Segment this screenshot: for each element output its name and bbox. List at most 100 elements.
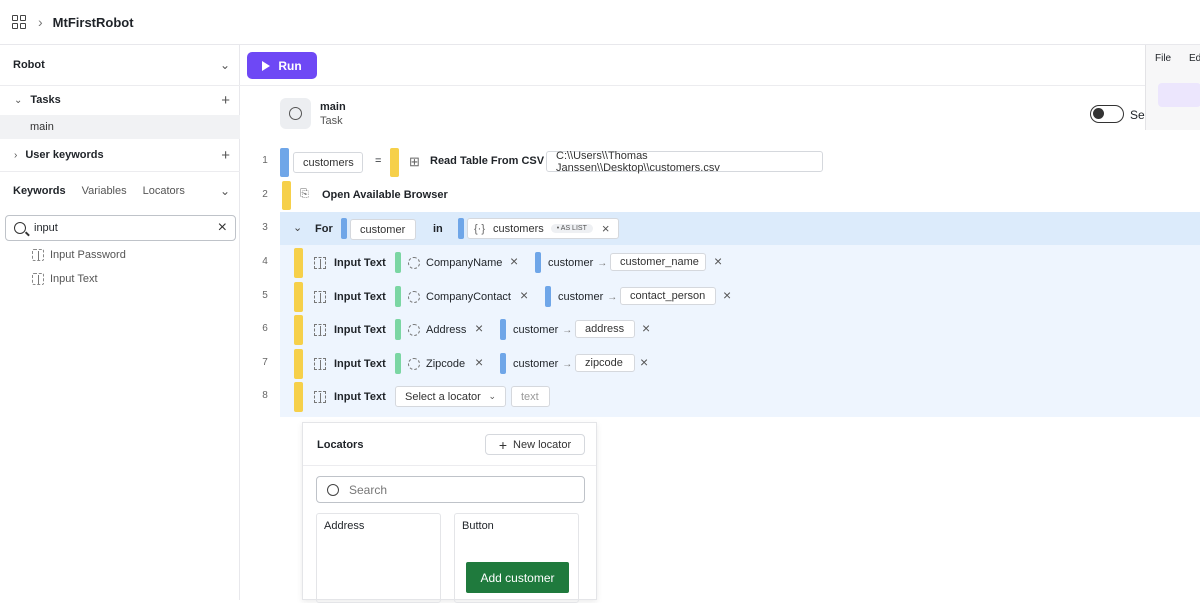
remove-icon[interactable]: ×: [642, 320, 650, 336]
tab-variables[interactable]: Variables: [82, 185, 127, 197]
loop-variable-pill[interactable]: customer: [350, 219, 416, 240]
check-circle-icon: [289, 107, 302, 120]
edit-menu[interactable]: Ed: [1189, 53, 1200, 64]
robot-title: MtFirstRobot: [52, 14, 134, 30]
keyword-name: Input Text: [314, 324, 386, 336]
variable-marker: [341, 218, 347, 239]
keyword-marker: [294, 282, 303, 312]
equals-sign: =: [375, 155, 382, 167]
variable-marker: [500, 353, 506, 374]
field-pill[interactable]: contact_person: [620, 287, 716, 305]
run-button[interactable]: Run: [247, 52, 317, 79]
field-pill[interactable]: zipcode: [575, 354, 635, 372]
step-row-6[interactable]: 6 Input Text Address × customer → address…: [240, 313, 1200, 347]
remove-icon[interactable]: ×: [640, 354, 648, 370]
remove-icon[interactable]: ×: [520, 287, 528, 303]
locator-card-button[interactable]: Button Add customer: [454, 513, 579, 603]
line-number: 6: [262, 323, 268, 334]
chevron-down-icon[interactable]: ⌄: [220, 184, 230, 198]
chevron-right-icon: ›: [38, 14, 43, 30]
keyword-marker: [294, 349, 303, 379]
source-variable[interactable]: customer →: [548, 257, 611, 269]
csv-path-argument[interactable]: C:\\Users\\Thomas Janssen\\Desktop\\cust…: [546, 150, 823, 174]
text-cursor-icon: [314, 391, 326, 403]
chevron-down-icon[interactable]: ⌄: [220, 58, 230, 72]
remove-icon[interactable]: ×: [510, 253, 518, 269]
text-cursor-icon: [314, 358, 326, 370]
tab-locators[interactable]: Locators: [143, 185, 185, 197]
field-pill[interactable]: customer_name: [610, 253, 706, 271]
chevron-down-icon[interactable]: ⌄: [14, 95, 22, 106]
remove-icon[interactable]: ×: [723, 287, 731, 303]
remove-icon[interactable]: ×: [475, 354, 483, 370]
keyword-name: Input Text: [314, 291, 386, 303]
keyword-name: Input Text: [314, 358, 386, 370]
table-icon: ⊞: [409, 154, 420, 169]
search-icon: [327, 483, 339, 496]
remove-icon[interactable]: ×: [475, 320, 483, 336]
new-locator-button[interactable]: + New locator: [485, 434, 585, 455]
step-row-5[interactable]: 5 Input Text CompanyContact × customer → …: [240, 280, 1200, 314]
locator-search-input[interactable]: Search: [316, 476, 585, 503]
task-item-label: main: [30, 121, 54, 133]
chevron-down-icon: ⌄: [488, 391, 496, 401]
source-variable[interactable]: customer →: [513, 324, 576, 336]
apps-grid-icon[interactable]: [12, 15, 26, 29]
variable-marker: [280, 148, 289, 177]
task-icon: [280, 98, 311, 129]
file-menu[interactable]: File: [1155, 53, 1171, 64]
keyword-result-input-text[interactable]: Input Text: [32, 273, 98, 285]
task-type: Task: [320, 115, 343, 127]
iterable-pill[interactable]: {·} customers • AS LIST ×: [467, 218, 619, 239]
text-argument-input[interactable]: text: [511, 386, 550, 407]
keyword-label: Input Text: [334, 257, 386, 269]
remove-icon[interactable]: ×: [602, 221, 610, 236]
arrow-right-icon: →: [562, 358, 573, 370]
step-row-7[interactable]: 7 Input Text Zipcode × customer → zipcode…: [240, 347, 1200, 381]
step-row-1[interactable]: 1 customers = ⊞ Read Table From CSV C:\\…: [240, 145, 1200, 179]
locator-name: Zipcode: [426, 358, 466, 370]
step-row-8[interactable]: 8 Input Text Select a locator ⌄ text: [240, 380, 1200, 414]
variable-marker: [500, 319, 506, 340]
source-variable[interactable]: customer →: [558, 291, 621, 303]
task-name: main: [320, 101, 346, 113]
add-task-icon[interactable]: +: [221, 92, 230, 109]
keyword-label: Input Text: [334, 358, 386, 370]
keyword-result-input-password[interactable]: Input Password: [32, 249, 126, 261]
locator-card-address[interactable]: Address: [316, 513, 441, 603]
step-row-4[interactable]: 4 Input Text CompanyName × customer → cus…: [240, 246, 1200, 280]
user-keywords-section-header[interactable]: › User keywords +: [0, 147, 240, 164]
text-cursor-icon: [314, 291, 326, 303]
locator-arg[interactable]: Zipcode: [408, 358, 465, 370]
divider: [0, 171, 240, 172]
locator-icon: [408, 324, 420, 336]
keyword-name: Input Text: [314, 391, 386, 403]
chevron-right-icon[interactable]: ›: [14, 150, 17, 161]
source-variable[interactable]: customer →: [513, 358, 576, 370]
keyword-result-label: Input Text: [50, 273, 98, 285]
locator-arg[interactable]: Address: [408, 324, 466, 336]
locator-arg[interactable]: CompanyContact: [408, 291, 511, 303]
new-locator-label: New locator: [513, 438, 572, 451]
tab-keywords[interactable]: Keywords: [13, 185, 66, 197]
locator-search-placeholder: Search: [349, 482, 388, 497]
field-pill[interactable]: address: [575, 320, 635, 338]
locator-arg[interactable]: CompanyName: [408, 257, 502, 269]
keyword-marker: [294, 315, 303, 345]
variable-pill[interactable]: customers: [293, 152, 363, 173]
source-name: customer: [548, 257, 594, 269]
remove-icon[interactable]: ×: [714, 253, 722, 269]
locator-select[interactable]: Select a locator ⌄: [395, 386, 506, 407]
robot-section-header[interactable]: Robot ⌄: [0, 57, 240, 73]
search-icon: [14, 222, 26, 234]
add-keyword-icon[interactable]: +: [221, 147, 230, 164]
step-row-3[interactable]: 3 ⌄ For customer in {·} customers • AS L…: [240, 212, 1200, 246]
sidebar-item-main[interactable]: main: [0, 115, 240, 139]
tasks-section-header[interactable]: ⌄ Tasks +: [0, 92, 240, 109]
settings-toggle[interactable]: [1090, 105, 1124, 123]
source-name: customer: [513, 358, 559, 370]
collapse-chevron-icon[interactable]: ⌄: [293, 221, 302, 234]
clear-icon[interactable]: ×: [218, 219, 227, 237]
step-row-2[interactable]: 2 ⎘ Open Available Browser: [240, 179, 1200, 213]
keyword-search-input[interactable]: input ×: [5, 215, 236, 241]
